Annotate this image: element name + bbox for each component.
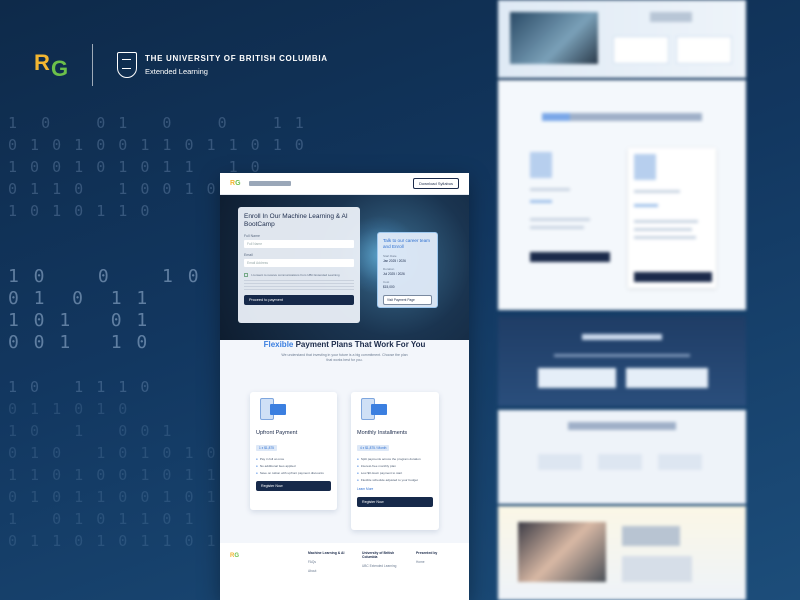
upfront-price-tag: 1 x $1,875 (256, 445, 277, 451)
list-item: Save on tuition with upfront payment dis… (256, 471, 331, 475)
footer-col-presented: Presented by Home (416, 551, 437, 564)
email-field[interactable]: Email Address (244, 259, 354, 267)
fine-print (244, 280, 354, 290)
footer-link[interactable]: UBC Extended Learning (362, 564, 402, 568)
blurred-partner-logo (598, 454, 642, 470)
plans-title-highlight: Flexible (263, 340, 294, 349)
blurred-subtext (622, 556, 692, 582)
brand-divider (92, 44, 93, 86)
brand-header: R G THE UNIVERSITY OF BRITISH COLUMBIA E… (34, 44, 328, 86)
blurred-plan-card (628, 148, 716, 288)
footer-col-university: University of British Columbia UBC Exten… (362, 551, 402, 568)
plans-subtitle: We understand that investing in your fut… (281, 353, 408, 362)
ubc-name: THE UNIVERSITY OF BRITISH COLUMBIA (145, 54, 328, 63)
register-now-button[interactable]: Register Now (256, 481, 331, 491)
phone-card-icon (256, 398, 286, 424)
list-item: Pay in full at once (256, 457, 331, 461)
list-item: Flexible schedule adjusted to your budge… (357, 478, 433, 482)
mockup-footer: RG Machine Learning & AI FAQs About Univ… (220, 543, 469, 600)
footer-logo: RG (230, 553, 240, 559)
name-field[interactable]: Full Name (244, 240, 354, 248)
plans-title-rest: Payment Plans That Work For You (293, 340, 426, 349)
download-syllabus-button[interactable]: Download Syllabus (412, 178, 459, 189)
blurred-plan-card (526, 148, 612, 268)
blurred-panel-payment-plans (498, 80, 746, 310)
learn-more-link[interactable]: Learn More (357, 487, 433, 491)
list-item: Split payments across the program durati… (357, 457, 433, 461)
blurred-heading (582, 334, 662, 340)
blurred-panel-cta (498, 316, 746, 406)
mockup-navbar: RG Download Syllabus (220, 173, 469, 195)
consent-checkbox[interactable]: I consent to receive communications from… (244, 273, 354, 277)
register-now-button[interactable]: Register Now (357, 497, 433, 507)
binary-row: 1 0 0 1 0 0 1 1 (8, 114, 306, 132)
footer-heading: Machine Learning & AI (308, 551, 345, 555)
landing-page-mockup: RG Download Syllabus Enroll In Our Machi… (220, 173, 469, 600)
rg-logo-g: G (51, 56, 69, 81)
list-item: Low $0 down payment to start (357, 471, 433, 475)
cost-label: Cost (383, 280, 390, 284)
rg-logo: R G (34, 50, 74, 81)
proceed-payment-button[interactable]: Proceed to payment (244, 295, 354, 305)
blurred-heading (622, 526, 680, 546)
visit-payment-button[interactable]: Visit Payment Page (383, 295, 432, 305)
rg-logo-r: R (34, 50, 50, 75)
list-item: No additional fees applied (256, 464, 331, 468)
testimonial-video-thumbnail (518, 522, 606, 582)
start-date-value: Jan 2025 / 2026 (383, 259, 406, 263)
video-thumbnail (510, 12, 598, 64)
monthly-price-tag: 4 x $1,875 / Month (357, 445, 390, 451)
duration-value: Jul 2025 / 2026 (383, 272, 405, 276)
upfront-title: Upfront Payment (256, 430, 298, 436)
footer-heading: Presented by (416, 551, 438, 555)
enroll-heading: Enroll In Our Machine Learning & AI Boot… (244, 213, 348, 228)
ubc-crest-icon (117, 52, 137, 78)
blurred-feature-box (613, 36, 669, 64)
footer-link[interactable]: FAQs (308, 560, 344, 564)
checkbox-icon (244, 273, 248, 277)
binary-row: 0 1 0 1 0 0 1 1 0 1 1 0 1 0 0 1 (8, 136, 306, 154)
cost-value: $15,000 (383, 285, 395, 289)
blurred-partner-logo (538, 454, 582, 470)
blurred-button (538, 368, 616, 388)
talk-heading: Talk to our career team and Enroll (383, 238, 430, 249)
blurred-partner-logo (658, 454, 702, 470)
monthly-title: Monthly Installments (357, 430, 408, 436)
footer-heading: University of British Columbia (362, 551, 395, 559)
start-date-label: Start Date (383, 254, 397, 258)
ubc-subtitle: Extended Learning (145, 67, 208, 76)
phone-card-icon (357, 398, 387, 424)
upfront-plan-card: Upfront Payment 1 x $1,875 Pay in full a… (250, 392, 337, 510)
mockup-hero: Enroll In Our Machine Learning & AI Boot… (220, 195, 469, 340)
blurred-button (626, 368, 708, 388)
footer-link[interactable]: About (308, 569, 344, 573)
blurred-heading (542, 113, 702, 121)
blurred-heading (568, 422, 676, 430)
enroll-form-card: Enroll In Our Machine Learning & AI Boot… (238, 207, 360, 323)
plans-title: Flexible Payment Plans That Work For You (220, 340, 469, 349)
footer-col-program: Machine Learning & AI FAQs About (308, 551, 344, 573)
ubc-wordmark: THE UNIVERSITY OF BRITISH COLUMBIA Exten… (145, 54, 328, 76)
mockup-logo: RG (230, 180, 241, 187)
blurred-panel-partners (498, 410, 746, 504)
email-label: Email (244, 253, 253, 257)
consent-text: I consent to receive communications from… (251, 273, 340, 277)
blurred-panel-video-header (498, 0, 746, 78)
monthly-plan-card: Monthly Installments 4 x $1,875 / Month … (351, 392, 439, 530)
blurred-subtext (554, 354, 690, 357)
blurred-panel-testimonial (498, 506, 746, 600)
footer-link[interactable]: Home (416, 560, 437, 564)
name-label: Full Name (244, 234, 260, 238)
blurred-feature-box (676, 36, 732, 64)
blurred-heading (650, 12, 692, 22)
payment-plans-section: Flexible Payment Plans That Work For You… (220, 340, 469, 363)
talk-career-card: Talk to our career team and Enroll Start… (377, 232, 438, 308)
mockup-ubc-logo (248, 181, 291, 186)
list-item: Interest-free monthly plan (357, 464, 433, 468)
duration-label: Duration (383, 267, 395, 271)
